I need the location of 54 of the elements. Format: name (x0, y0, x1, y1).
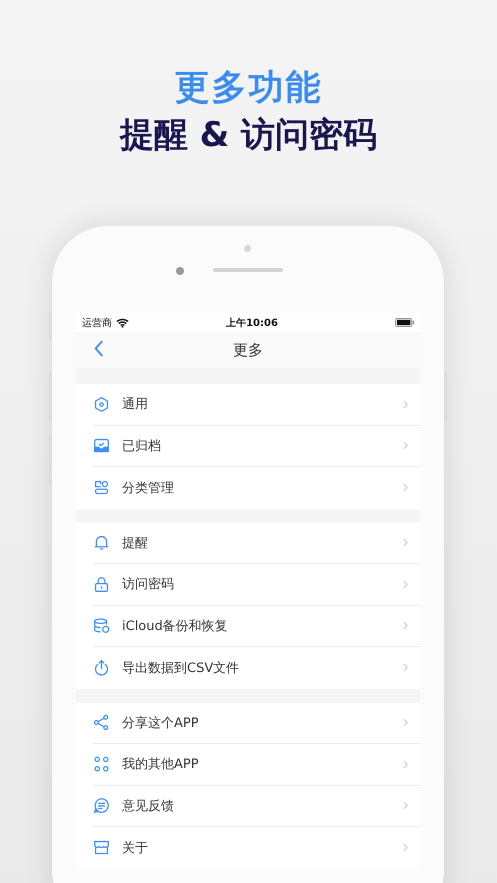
menu-item[interactable]: 提醒 (93, 522, 420, 564)
menu-label: 导出数据到CSV文件 (122, 660, 240, 677)
menu-item[interactable]: 通用 (93, 384, 420, 426)
menu-label: 我的其他APP (122, 756, 200, 774)
menu-item[interactable]: 我的其他APP (93, 744, 420, 786)
menu-label: 分享这个APP (122, 714, 200, 732)
chevron-icon (403, 621, 408, 630)
camera-icon (176, 267, 184, 275)
chevron-icon (403, 843, 408, 852)
headline-title: 更多功能 (174, 67, 322, 110)
menu-item[interactable]: 关于 (93, 827, 420, 868)
chevron-icon (403, 400, 408, 409)
menu-item[interactable]: 分类管理 (93, 467, 420, 508)
share-icon (93, 714, 110, 732)
menu-item[interactable]: 意见反馈 (93, 786, 420, 827)
menu-label: 分类管理 (122, 480, 175, 497)
menu-label: 通用 (122, 396, 149, 414)
chevron-icon (403, 580, 408, 589)
chevron-icon (403, 801, 408, 810)
menu-label: 已归档 (122, 438, 162, 455)
store-icon (93, 839, 110, 856)
menu-item[interactable]: 分享这个APP (93, 702, 420, 744)
headline-subtitle: 提醒 & 访问密码 (120, 114, 378, 156)
menu-label: 关于 (122, 840, 149, 857)
hexagon-icon (93, 396, 110, 413)
bell-icon (93, 534, 110, 552)
menu-label: 提醒 (122, 534, 149, 552)
status-time: 上午10:06 (225, 316, 279, 330)
chevron-icon (403, 538, 408, 548)
chevron-icon (403, 441, 408, 450)
speaker-icon (213, 268, 283, 272)
wifi-icon (116, 318, 129, 328)
menu-label: iCloud备份和恢复 (122, 618, 229, 635)
upload-icon (93, 659, 110, 676)
chevron-icon (403, 760, 408, 769)
tray-icon (93, 437, 110, 454)
menu-label: 访问密码 (122, 576, 175, 594)
database-icon (93, 617, 110, 634)
menu-item[interactable]: 已归档 (93, 426, 420, 467)
message-icon (93, 797, 110, 814)
lock-icon (93, 576, 110, 593)
chevron-icon (403, 718, 408, 728)
chevron-icon (403, 663, 408, 672)
carrier-name: 运营商 (82, 316, 112, 330)
menu-label: 意见反馈 (122, 798, 175, 815)
nav-title: 更多 (233, 340, 263, 360)
menu-item[interactable]: 访问密码 (93, 564, 420, 606)
battery-icon (395, 318, 415, 327)
chevron-icon (403, 483, 408, 492)
menu-item[interactable]: iCloud备份和恢复 (93, 606, 420, 647)
sensor-icon (244, 245, 251, 252)
back-icon[interactable] (94, 340, 104, 357)
grid-icon (93, 756, 110, 773)
menu-item[interactable]: 导出数据到CSV文件 (93, 647, 420, 688)
